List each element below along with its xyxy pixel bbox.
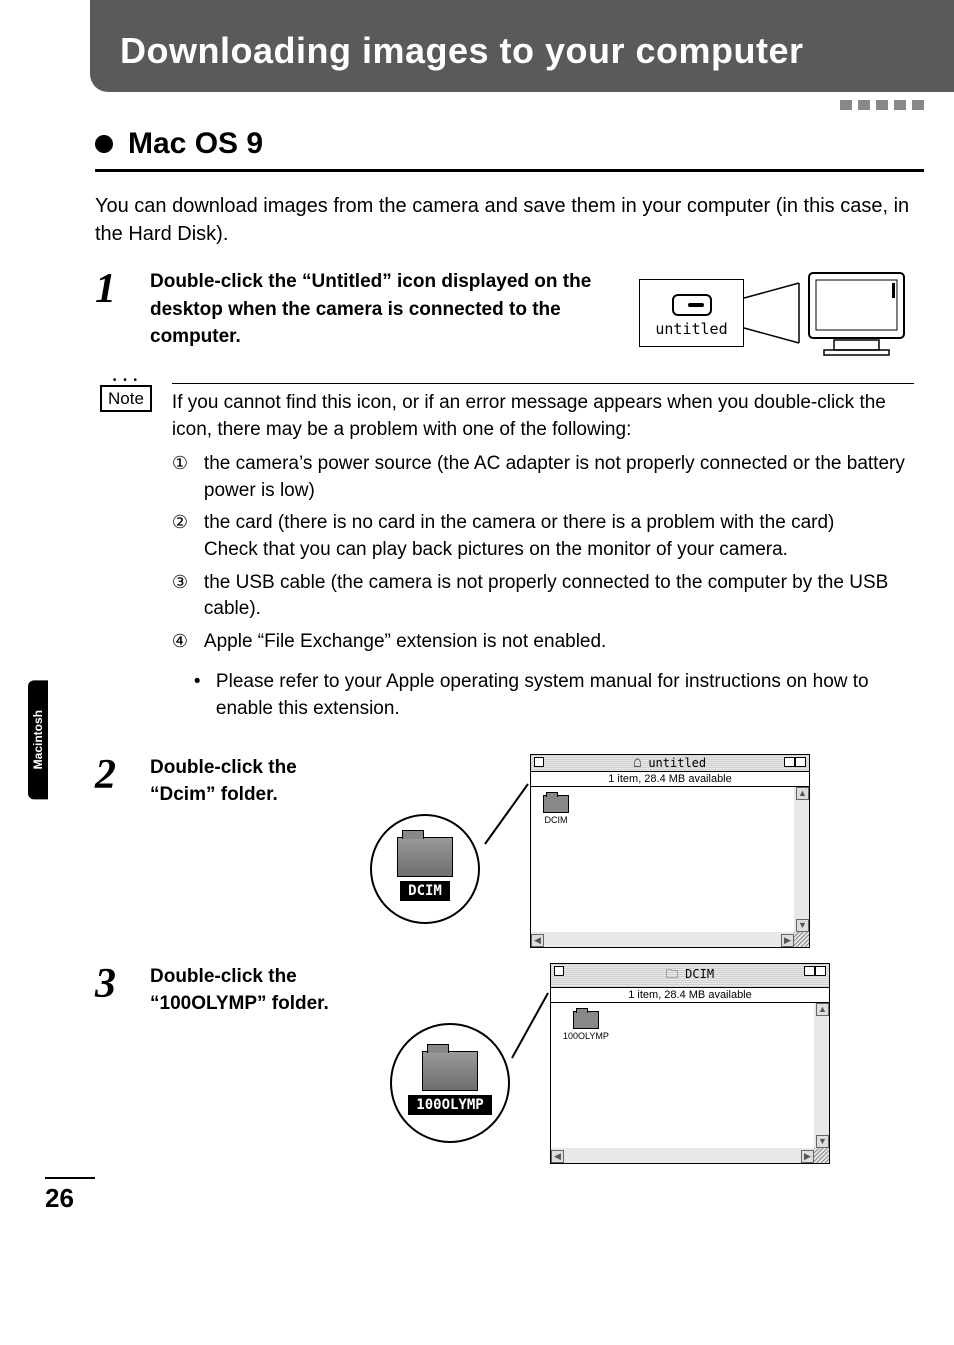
scroll-up-icon: ▲ — [796, 787, 809, 800]
window-status: 1 item, 28.4 MB available — [531, 772, 809, 787]
enum-marker: ① — [172, 451, 194, 504]
scroll-right-icon: ▶ — [781, 934, 794, 947]
scroll-down-icon: ▼ — [816, 1135, 829, 1148]
decorative-squares — [840, 100, 924, 110]
bullet-dot: • — [194, 669, 206, 722]
scroll-right-icon: ▶ — [801, 1150, 814, 1163]
note-item-3: ③ the USB cable (the camera is not prope… — [172, 570, 914, 623]
bullet-icon — [95, 135, 113, 153]
note-item-text: the USB cable (the camera is not properl… — [204, 570, 914, 623]
folder-label: DCIM — [400, 881, 450, 901]
folder-item: DCIM — [543, 795, 569, 825]
window-titlebar: ☖ untitled — [531, 755, 809, 772]
step-2-figure: DCIM ☖ untitled 1 item, 28.4 MB availabl… — [370, 754, 810, 948]
folder-icon — [397, 837, 453, 877]
note-badge: Note — [100, 385, 152, 412]
close-box-icon — [534, 757, 544, 767]
side-tab-macintosh: Macintosh — [28, 680, 48, 799]
monitor-icon — [804, 268, 914, 358]
manual-page: Downloading images to your computer Mac … — [0, 0, 954, 1234]
window-content: 100OLYMP ▲ ▼ ◀ ▶ — [551, 1003, 829, 1163]
enum-marker: ③ — [172, 570, 194, 623]
folder-icon — [422, 1051, 478, 1091]
close-box-icon — [554, 966, 564, 976]
scroll-left-icon: ◀ — [551, 1150, 564, 1163]
note-item-text: the camera’s power source (the AC adapte… — [204, 451, 914, 504]
step-text: Double-click the “Dcim” folder. — [150, 754, 350, 948]
note-item-2: ② the card (there is no card in the came… — [172, 510, 914, 563]
callout-line — [510, 963, 550, 1143]
folder-label: 100OLYMP — [408, 1095, 491, 1115]
note-list: ① the camera’s power source (the AC adap… — [172, 451, 914, 722]
note-sub-bullet: • Please refer to your Apple operating s… — [194, 669, 914, 722]
note-sub-text: Please refer to your Apple operating sys… — [216, 669, 914, 722]
finder-window-untitled: ☖ untitled 1 item, 28.4 MB available DCI… — [530, 754, 810, 948]
scroll-down-icon: ▼ — [796, 919, 809, 932]
step-3-figure: 100OLYMP 🗀 DCIM 1 item, 28.4 MB availabl… — [390, 963, 830, 1164]
step-1-figure: untitled — [639, 268, 914, 358]
page-number: 26 — [45, 1177, 95, 1214]
folder-name: DCIM — [543, 815, 569, 825]
step-text: Double-click the “100OLYMP” folder. — [150, 963, 370, 1164]
enum-marker: ④ — [172, 629, 194, 656]
callout-lines — [744, 278, 804, 348]
page-header: Downloading images to your computer — [90, 0, 954, 92]
folder-name: 100OLYMP — [563, 1031, 609, 1041]
section-heading: Mac OS 9 — [95, 127, 924, 172]
note-item-1: ① the camera’s power source (the AC adap… — [172, 451, 914, 504]
folder-icon — [573, 1011, 599, 1029]
step-number: 3 — [95, 963, 125, 1164]
window-content: DCIM ▲ ▼ ◀ ▶ — [531, 787, 809, 947]
note-item-text: Apple “File Exchange” extension is not e… — [204, 629, 606, 656]
callout-line — [480, 754, 530, 924]
section-title: Mac OS 9 — [128, 127, 263, 161]
zoom-box-icon — [784, 757, 806, 767]
step-3: 3 Double-click the “100OLYMP” folder. 10… — [95, 963, 914, 1164]
step-1: 1 Double-click the “Untitled” icon displ… — [95, 268, 914, 358]
note-block: Note If you cannot find this icon, or if… — [100, 383, 914, 729]
window-titlebar: 🗀 DCIM — [551, 964, 829, 988]
intro-paragraph: You can download images from the camera … — [95, 192, 914, 248]
drive-label: untitled — [655, 320, 727, 338]
enum-marker: ② — [172, 510, 194, 563]
step-number: 1 — [95, 268, 125, 358]
note-item-text: the card (there is no card in the camera… — [204, 510, 834, 563]
folder-item: 100OLYMP — [563, 1011, 609, 1041]
scroll-left-icon: ◀ — [531, 934, 544, 947]
step-2: 2 Double-click the “Dcim” folder. DCIM ☖… — [95, 754, 914, 948]
callout-folder-dcim: DCIM — [370, 814, 480, 924]
callout-folder-100olymp: 100OLYMP — [390, 1023, 510, 1143]
note-item-4: ④ Apple “File Exchange” extension is not… — [172, 629, 914, 723]
step-number: 2 — [95, 754, 125, 948]
note-lead: If you cannot find this icon, or if an e… — [172, 390, 914, 443]
scroll-up-icon: ▲ — [816, 1003, 829, 1016]
untitled-drive-icon: untitled — [639, 279, 744, 347]
zoom-box-icon — [804, 966, 826, 976]
folder-icon — [543, 795, 569, 813]
drive-icon — [672, 294, 712, 316]
window-status: 1 item, 28.4 MB available — [551, 988, 829, 1003]
note-body: If you cannot find this icon, or if an e… — [172, 383, 914, 729]
finder-window-dcim: 🗀 DCIM 1 item, 28.4 MB available 100OLYM… — [550, 963, 830, 1164]
page-title: Downloading images to your computer — [120, 30, 954, 72]
step-text: Double-click the “Untitled” icon display… — [150, 268, 619, 358]
